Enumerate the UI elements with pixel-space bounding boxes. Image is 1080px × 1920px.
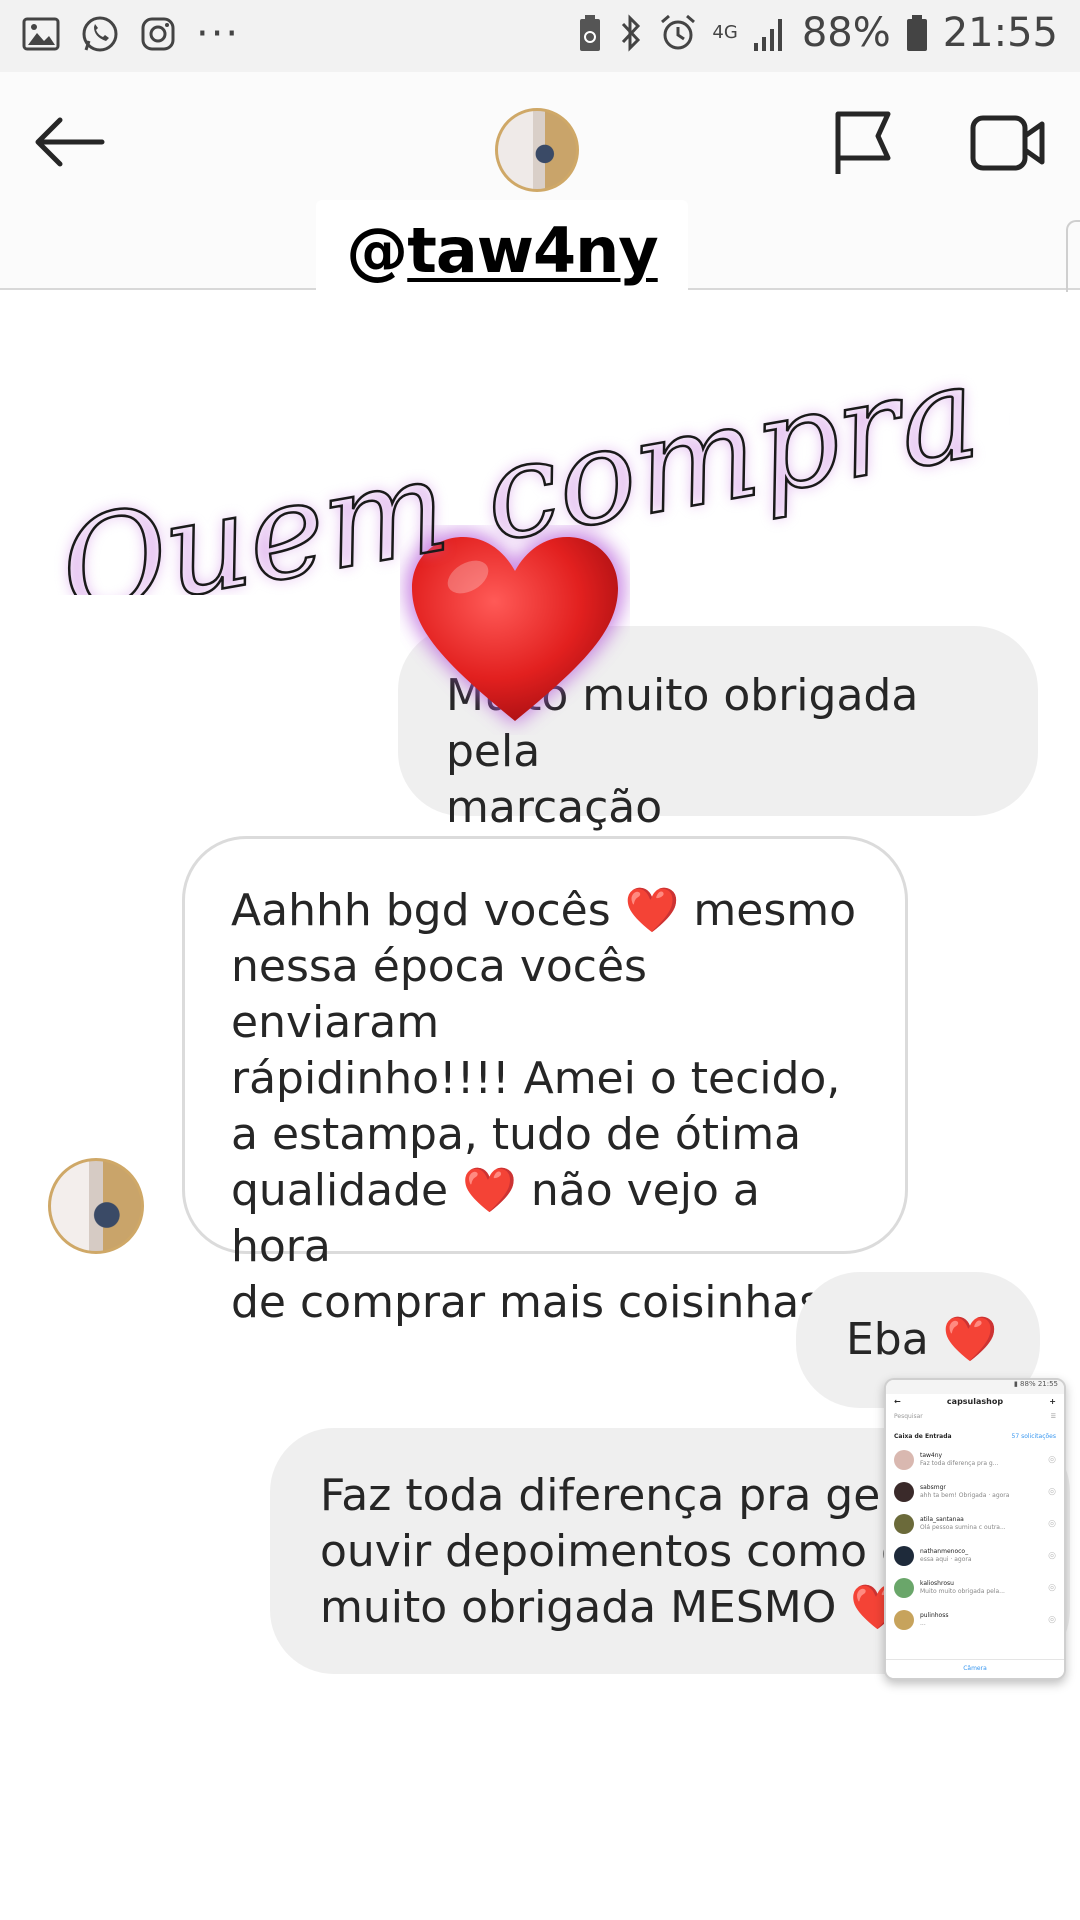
mini-camera-icon: ◎ xyxy=(1048,1455,1056,1465)
mini-row-name: pulinhoss xyxy=(920,1612,949,1619)
mini-inbox-bar: Caixa de Entrada 57 solicitações xyxy=(886,1429,1064,1444)
mini-conversation-row: atila_santanaa Olá pessoa sumina c outra.… xyxy=(886,1508,1064,1540)
mini-title: capsulashop xyxy=(946,1397,1004,1406)
message-line: a estampa, tudo de ótima xyxy=(231,1109,802,1160)
message-line: Eba ❤️ xyxy=(846,1314,998,1365)
mini-avatar xyxy=(894,1450,914,1470)
mini-row-name: sabsmgr xyxy=(920,1484,946,1491)
mini-avatar xyxy=(894,1482,914,1502)
message-line: marcação xyxy=(446,782,663,833)
message-line: rápidinho!!!! Amei o tecido, xyxy=(231,1053,841,1104)
mini-camera-icon: ◎ xyxy=(1048,1615,1056,1625)
mini-camera-icon: ◎ xyxy=(1048,1583,1056,1593)
bluetooth-icon xyxy=(622,14,641,52)
mini-avatar xyxy=(894,1514,914,1534)
mini-avatar xyxy=(894,1546,914,1566)
mini-conversation-row: kalioshrosu Muito muito obrigada pela... ◎ xyxy=(886,1572,1064,1604)
mini-conversation-row: sabsmgr ahh ta bem! Obrigada · agora ◎ xyxy=(886,1476,1064,1508)
more-notifications-icon: ··· xyxy=(196,11,241,57)
mini-row-text: taw4ny Faz toda diferença pra g... xyxy=(920,1452,1042,1468)
mini-header: ← capsulashop + xyxy=(886,1394,1064,1409)
mini-status-bar: ▮ 88% 21:55 xyxy=(886,1380,1064,1394)
alarm-icon xyxy=(661,14,696,50)
message-incoming[interactable]: Aahhh bgd vocês ❤️ mesmo nessa época voc… xyxy=(182,836,908,1328)
mini-conversation-row: pulinhoss... ◎ xyxy=(886,1604,1064,1636)
script-sticker: Quem compra ama Quem compra ama xyxy=(46,345,1010,595)
message-line: de comprar mais coisinhas xyxy=(231,1277,823,1328)
mini-search: Pesquisar ☰ xyxy=(894,1413,1056,1425)
flag-icon[interactable] xyxy=(830,108,896,178)
gallery-icon xyxy=(22,17,60,51)
mini-row-preview: essa aqui · agora xyxy=(920,1556,972,1563)
mini-back-icon: ← xyxy=(894,1397,901,1406)
mini-row-text: nathanmenoco_ essa aqui · agora xyxy=(920,1548,1042,1564)
mini-filter-icon: ☰ xyxy=(1050,1413,1056,1420)
mini-camera-icon: ◎ xyxy=(1048,1487,1056,1497)
mini-search-placeholder: Pesquisar xyxy=(894,1413,923,1420)
status-left-icons: ··· xyxy=(22,14,240,54)
mini-row-name: taw4ny xyxy=(920,1452,943,1459)
mini-inbox-label: Caixa de Entrada xyxy=(894,1433,952,1440)
username-tag[interactable]: @taw4ny xyxy=(316,200,688,300)
mini-camera-icon: ◎ xyxy=(1048,1551,1056,1561)
username-label: @taw4ny xyxy=(346,213,658,287)
username-text: taw4ny xyxy=(407,213,658,287)
mini-row-preview: Muito muito obrigada pela... xyxy=(920,1588,1005,1595)
back-arrow-icon[interactable] xyxy=(30,112,110,172)
mini-row-preview: ... xyxy=(920,1620,926,1627)
mini-row-text: sabsmgr ahh ta bem! Obrigada · agora xyxy=(920,1484,1042,1500)
mini-row-preview: ahh ta bem! Obrigada · agora xyxy=(920,1492,1010,1499)
clock: 21:55 xyxy=(942,10,1058,56)
mini-plus-icon: + xyxy=(1049,1397,1056,1406)
mini-row-name: kalioshrosu xyxy=(920,1580,954,1587)
mini-row-text: pulinhoss... xyxy=(920,1612,1042,1628)
mini-conversation-row: taw4ny Faz toda diferença pra g... ◎ xyxy=(886,1444,1064,1476)
mini-camera-button: Câmera xyxy=(886,1659,1064,1678)
signal-icon xyxy=(753,19,782,51)
battery-saver-icon xyxy=(580,15,601,51)
status-bar: ··· 4G 88% 21:55 xyxy=(0,0,1080,72)
sender-avatar[interactable] xyxy=(48,1158,144,1254)
header-divider xyxy=(1066,220,1080,292)
message-line: Aahhh bgd vocês ❤️ mesmo xyxy=(231,885,857,936)
mini-row-name: nathanmenoco_ xyxy=(920,1548,969,1555)
battery-percent: 88% xyxy=(801,10,891,56)
mini-avatar xyxy=(894,1610,914,1630)
mini-row-name: atila_santanaa xyxy=(920,1516,964,1523)
sticker-text: Quem compra ama xyxy=(47,345,1010,595)
whatsapp-icon xyxy=(82,16,118,52)
message-line: qualidade ❤️ não vejo a hora xyxy=(231,1165,760,1272)
battery-icon xyxy=(906,15,927,51)
mini-camera-icon: ◎ xyxy=(1048,1519,1056,1529)
video-call-icon[interactable] xyxy=(970,112,1046,174)
instagram-icon xyxy=(141,17,175,51)
profile-avatar[interactable] xyxy=(495,108,579,192)
message-line: nessa época vocês enviaram xyxy=(231,941,647,1048)
mini-row-preview: Faz toda diferença pra g... xyxy=(920,1460,999,1467)
status-right: 4G 88% 21:55 xyxy=(576,10,1058,56)
mini-conversation-list: taw4ny Faz toda diferença pra g... ◎ sabsmg… xyxy=(886,1444,1064,1636)
mini-avatar xyxy=(894,1578,914,1598)
at-sign: @ xyxy=(346,213,408,287)
mini-conversation-row: nathanmenoco_ essa aqui · agora ◎ xyxy=(886,1540,1064,1572)
mini-row-preview: Olá pessoa sumina c outra... xyxy=(920,1524,1006,1531)
mini-row-text: kalioshrosu Muito muito obrigada pela... xyxy=(920,1580,1042,1596)
mini-row-text: atila_santanaa Olá pessoa sumina c outra.… xyxy=(920,1516,1042,1532)
screenshot-thumbnail[interactable]: ▮ 88% 21:55 ← capsulashop + Pesquisar ☰ … xyxy=(884,1378,1066,1680)
network-type: 4G xyxy=(712,22,738,43)
mini-requests: 57 solicitações xyxy=(1011,1433,1056,1440)
